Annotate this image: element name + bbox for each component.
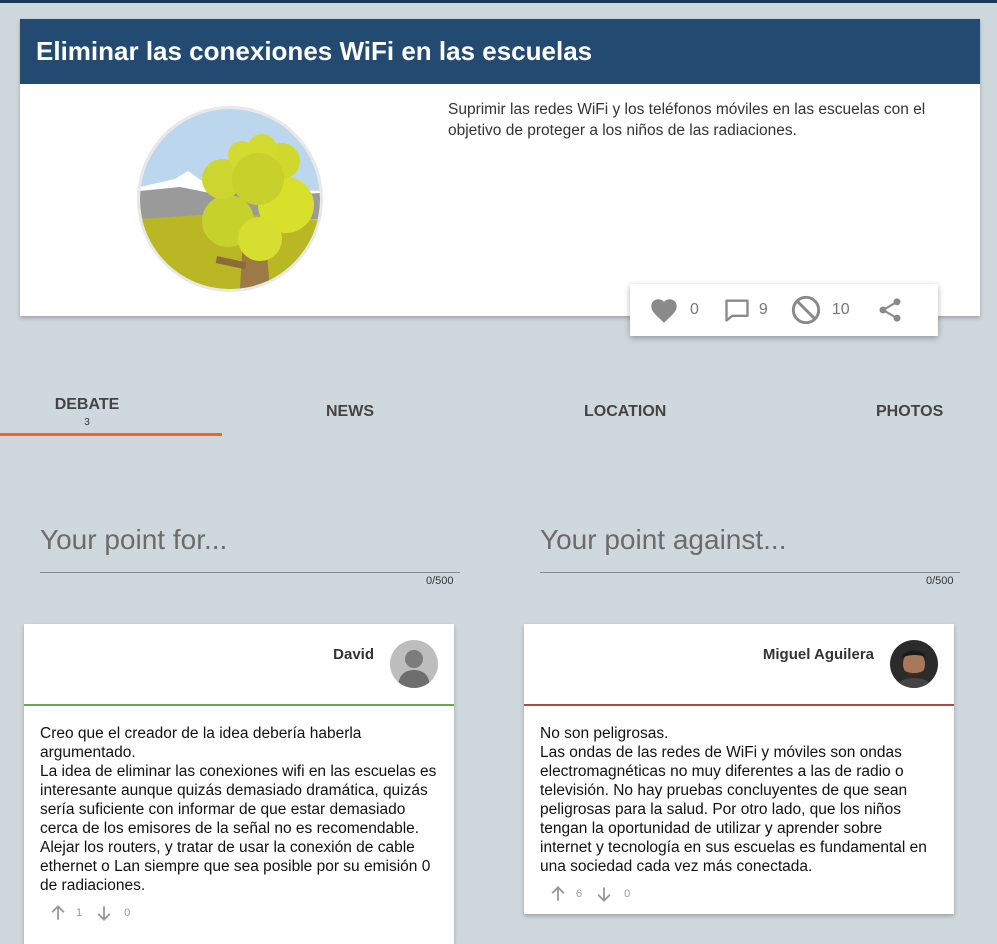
tab-debate-count: 3 — [84, 417, 90, 428]
block-icon — [790, 294, 822, 326]
argument-text: No son peligrosas. Las ondas de las rede… — [540, 725, 927, 875]
tab-news[interactable]: NEWS — [326, 403, 374, 421]
idea-title: Eliminar las conexiones WiFi en las escu… — [20, 19, 980, 84]
tab-location[interactable]: LOCATION — [584, 403, 666, 421]
share-icon — [876, 296, 904, 324]
reject-count: 10 — [831, 301, 850, 318]
heart-icon — [648, 296, 680, 324]
arrow-up-icon — [48, 903, 68, 923]
avatar[interactable] — [390, 640, 438, 688]
like-count: 0 — [690, 301, 699, 318]
point-for-counter: 0/500 — [426, 575, 454, 587]
arrow-up-icon — [548, 884, 568, 904]
argument-card-against: Miguel Aguilera No son peligrosas. Las o… — [524, 624, 954, 914]
upvote-count: 1 — [76, 907, 83, 919]
argument-author[interactable]: Miguel Aguilera — [763, 646, 874, 663]
tab-debate[interactable]: DEBATE 3 — [54, 396, 120, 428]
upvote-button[interactable]: 6 — [548, 884, 582, 904]
idea-card: Eliminar las conexiones WiFi en las escu… — [20, 19, 980, 316]
arrow-down-icon — [594, 884, 614, 904]
downvote-count: 0 — [124, 907, 131, 919]
upvote-count: 6 — [576, 888, 583, 900]
argument-card-for: David Creo que el creador de la idea deb… — [24, 624, 454, 944]
arrow-down-icon — [94, 903, 114, 923]
upvote-button[interactable]: 1 — [48, 903, 82, 923]
downvote-button[interactable]: 0 — [594, 884, 630, 904]
point-against-counter: 0/500 — [926, 575, 954, 587]
tab-debate-label: DEBATE — [54, 396, 120, 413]
idea-stats-bar: 0 9 10 — [630, 284, 938, 336]
comment-stat[interactable]: 9 — [723, 296, 768, 324]
argument-author[interactable]: David — [333, 646, 374, 663]
downvote-count: 0 — [624, 888, 631, 900]
point-for-input[interactable] — [40, 508, 460, 573]
argument-text: Creo que el creador de la idea debería h… — [40, 725, 437, 894]
like-stat[interactable]: 0 — [648, 296, 699, 324]
reject-stat[interactable]: 10 — [790, 294, 850, 326]
tab-photos[interactable]: PHOTOS — [876, 403, 943, 421]
idea-description: Suprimir las redes WiFi y los teléfonos … — [448, 101, 926, 139]
comment-count: 9 — [758, 301, 768, 318]
avatar[interactable] — [890, 640, 938, 688]
share-button[interactable] — [876, 296, 904, 324]
downvote-button[interactable]: 0 — [94, 903, 130, 923]
comment-icon — [723, 296, 751, 324]
top-accent-line — [0, 0, 997, 3]
active-tab-indicator — [0, 433, 222, 436]
point-against-input[interactable] — [540, 508, 960, 573]
idea-tree-illustration — [140, 109, 320, 289]
